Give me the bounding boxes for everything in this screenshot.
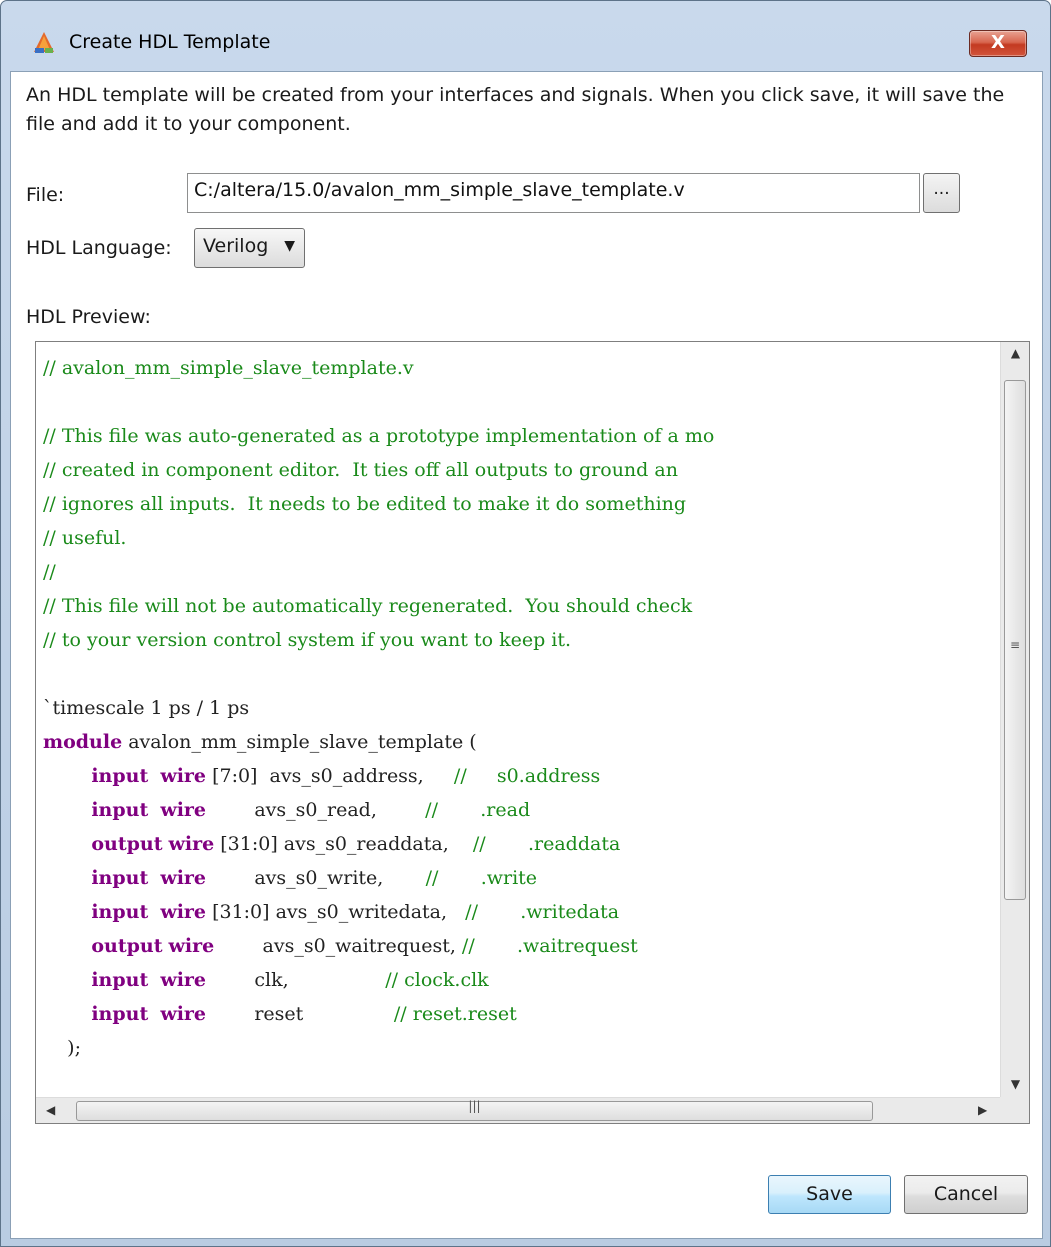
close-button[interactable]: X [969,30,1027,57]
code-view[interactable]: // avalon_mm_simple_slave_template.v // T… [36,342,1000,1097]
hdl-preview-label: HDL Preview: [26,306,151,328]
code-line: `timescale 1 ps / 1 ps [43,697,250,719]
code-line: // avalon_mm_simple_slave_template.v [43,357,414,379]
code-line: input wire reset // reset.reset [91,1003,517,1025]
scroll-up-icon[interactable]: ▲ [1001,346,1029,360]
horizontal-scroll-thumb[interactable]: ||| [76,1099,873,1121]
file-label: File: [26,184,65,206]
window-title: Create HDL Template [69,31,271,53]
code-line: module avalon_mm_simple_slave_template ( [43,731,477,753]
code-line: // created in component editor. It ties … [43,459,678,481]
scroll-left-icon[interactable]: ◀ [46,1103,55,1117]
code-line: input wire avs_s0_write, // .write [91,867,538,889]
code-line: input wire avs_s0_read, // .read [91,799,531,821]
browse-button[interactable]: ... [923,173,960,213]
hdl-language-label: HDL Language: [26,237,172,259]
hdl-language-value: Verilog [203,235,269,257]
hdl-language-select[interactable]: Verilog ▼ [194,228,305,268]
code-line: ); [43,1037,81,1059]
vertical-scroll-thumb[interactable]: ≡ [1004,380,1026,900]
code-line: input wire clk, // clock.clk [91,969,489,991]
scroll-down-icon[interactable]: ▼ [1001,1077,1029,1091]
file-path-input[interactable]: C:/altera/15.0/avalon_mm_simple_slave_te… [187,173,920,213]
code-line: input wire [31:0] avs_s0_writedata, // .… [91,901,620,923]
code-line: // This file will not be automatically r… [43,595,693,617]
grip-icon: ||| [468,1099,481,1113]
dialog-window: Create HDL Template X An HDL template wi… [0,0,1051,1247]
code-line: // [43,561,56,583]
code-line: // This file was auto-generated as a pro… [43,425,715,447]
scroll-corner [1000,1097,1029,1123]
code-line: input wire [7:0] avs_s0_address, // s0.a… [91,765,601,787]
scroll-right-icon[interactable]: ▶ [978,1103,987,1117]
code-line: output wire avs_s0_waitrequest, // .wait… [91,935,638,957]
app-icon [34,32,54,53]
horizontal-scrollbar[interactable]: ◀ ||| ▶ [36,1097,1000,1123]
hdl-preview-pane[interactable]: // avalon_mm_simple_slave_template.v // T… [35,341,1030,1124]
cancel-button[interactable]: Cancel [904,1175,1028,1214]
code-line: // ignores all inputs. It needs to be ed… [43,493,687,515]
code-line: // to your version control system if you… [43,629,572,651]
description-text: An HDL template will be created from you… [26,84,1005,135]
code-line: // useful. [43,527,127,549]
grip-icon: ≡ [1009,638,1021,652]
vertical-scrollbar[interactable]: ▲ ≡ ▼ [1000,342,1029,1097]
title-bar[interactable]: Create HDL Template X [1,1,1050,81]
close-icon: X [991,32,1005,53]
code-line: output wire [31:0] avs_s0_readdata, // .… [91,833,621,855]
chevron-down-icon: ▼ [284,238,295,254]
save-button[interactable]: Save [768,1175,891,1214]
